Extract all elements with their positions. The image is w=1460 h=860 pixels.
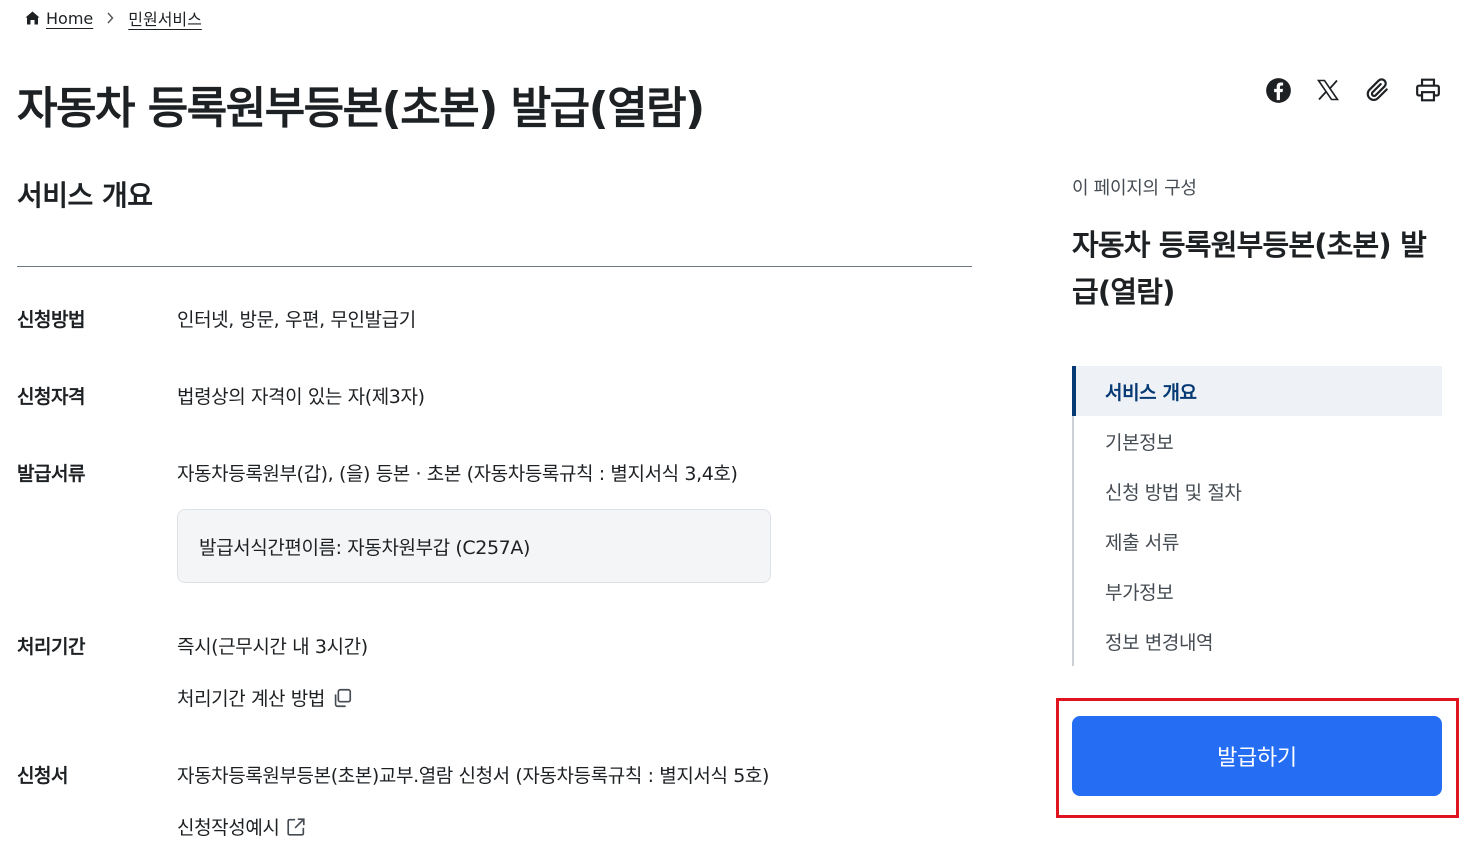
row-value: 인터넷, 방문, 우편, 무인발급기: [177, 309, 416, 331]
home-icon: [25, 11, 40, 25]
application-example-link[interactable]: 신청작성예시: [177, 813, 307, 840]
external-link-icon: [285, 816, 307, 838]
row-label: 신청방법: [17, 309, 85, 331]
processing-time-link-label: 처리기간 계산 방법: [177, 688, 325, 710]
print-icon[interactable]: [1414, 76, 1442, 104]
breadcrumb: Home 민원서비스: [24, 6, 202, 30]
toc-item-change-history[interactable]: 정보 변경내역: [1074, 616, 1442, 666]
toc-caption: 이 페이지의 구성: [1072, 178, 1197, 199]
breadcrumb-home-link[interactable]: Home: [46, 9, 93, 28]
form-name-box: 발급서식간편이름: 자동차원부갑 (C257A): [177, 509, 771, 583]
application-example-link-label: 신청작성예시: [177, 817, 280, 839]
row-value: 즉시(근무시간 내 3시간): [177, 636, 368, 658]
issue-button[interactable]: 발급하기: [1072, 716, 1442, 796]
toc-item-basic-info[interactable]: 기본정보: [1074, 416, 1442, 466]
paperclip-icon[interactable]: [1364, 76, 1392, 104]
row-label: 신청서: [17, 765, 68, 787]
copy-icon: [331, 687, 353, 709]
row-value: 자동차등록원부(갑), (을) 등본 · 초본 (자동차등록규칙 : 별지서식 …: [177, 463, 738, 485]
toc-list: 서비스 개요 기본정보 신청 방법 및 절차 제출 서류 부가정보 정보 변경내…: [1072, 366, 1442, 666]
toc-item-additional-info[interactable]: 부가정보: [1074, 566, 1442, 616]
row-label: 신청자격: [17, 386, 85, 408]
toc-item-required-documents[interactable]: 제출 서류: [1074, 516, 1442, 566]
section-title: 서비스 개요: [17, 179, 153, 212]
facebook-icon[interactable]: [1264, 76, 1292, 104]
page-title: 자동차 등록원부등본(초본) 발급(열람): [17, 83, 705, 134]
row-value: 법령상의 자격이 있는 자(제3자): [177, 386, 425, 408]
chevron-right-icon: [106, 12, 114, 24]
breadcrumb-current-link[interactable]: 민원서비스: [128, 6, 202, 30]
share-toolbar: [1264, 76, 1442, 104]
x-icon[interactable]: [1314, 76, 1342, 104]
processing-time-link[interactable]: 처리기간 계산 방법: [177, 684, 353, 711]
row-label: 처리기간: [17, 636, 85, 658]
row-value: 자동차등록원부등본(초본)교부.열람 신청서 (자동차등록규칙 : 별지서식 5…: [177, 765, 769, 787]
section-divider: [17, 266, 972, 267]
toc-item-application-procedure[interactable]: 신청 방법 및 절차: [1074, 466, 1442, 516]
row-label: 발급서류: [17, 463, 85, 485]
toc-title: 자동차 등록원부등본(초본) 발급(열람): [1072, 228, 1427, 309]
toc-item-service-overview[interactable]: 서비스 개요: [1072, 366, 1442, 416]
